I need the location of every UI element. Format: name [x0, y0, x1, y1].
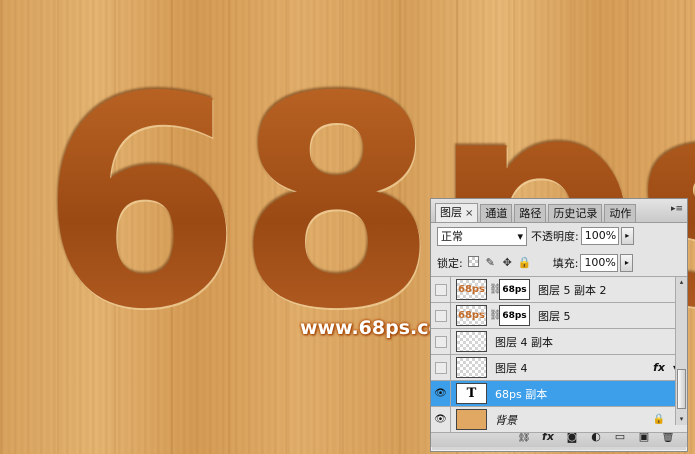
eye-icon[interactable]: 👁	[431, 381, 451, 406]
layer-row[interactable]: 68ps ⛓ 68ps 图层 5	[431, 303, 687, 329]
tab-actions[interactable]: 动作	[604, 204, 637, 222]
text-layer-thumbnail: T	[456, 383, 487, 404]
lock-icon: 🔒	[652, 414, 665, 425]
background-thumbnail	[456, 409, 487, 430]
visibility-toggle[interactable]	[431, 277, 451, 302]
layer-name: 图层 4 副本	[495, 335, 553, 349]
chain-link-icon[interactable]: ⛓	[489, 310, 502, 321]
fill-field[interactable]: 100%	[580, 253, 619, 272]
visibility-toggle[interactable]	[431, 303, 451, 328]
lock-all-icon[interactable]: 🔒	[518, 256, 532, 269]
scrollbar-thumb[interactable]	[677, 369, 686, 409]
eye-icon[interactable]: 👁	[431, 407, 451, 432]
visibility-toggle[interactable]	[431, 355, 451, 380]
layer-row[interactable]: 👁 背景 🔒	[431, 407, 687, 433]
layer-mask-thumbnail[interactable]: 68ps	[499, 279, 530, 300]
fx-icon[interactable]: fx	[653, 361, 665, 374]
chain-link-icon[interactable]: ⛓	[489, 284, 502, 295]
layer-name: 背景	[495, 413, 517, 427]
layer-name: 68ps 副本	[495, 387, 548, 401]
fill-arrow-button[interactable]: ▸	[620, 253, 634, 272]
layers-panel: 图层 × 通道 路径 历史记录 动作 ▸≡ 正常 ▾ 不透明度: 100% ▸ 锁…	[430, 198, 688, 452]
layer-name: 图层 5	[538, 309, 571, 323]
blend-row: 正常 ▾ 不透明度: 100% ▸	[431, 223, 687, 249]
layer-row[interactable]: 图层 4 fx ▾	[431, 355, 687, 381]
chevron-down-icon: ▾	[517, 229, 523, 243]
lock-pixels-icon[interactable]: ✎	[484, 256, 497, 269]
scroll-up-icon[interactable]: ▴	[677, 278, 686, 287]
layer-row[interactable]: 图层 4 副本	[431, 329, 687, 355]
layer-mask-thumbnail[interactable]: 68ps	[499, 305, 530, 326]
lock-position-icon[interactable]: ✥	[501, 256, 514, 269]
layer-name: 图层 4	[495, 361, 528, 375]
tab-layers[interactable]: 图层 ×	[435, 203, 479, 222]
opacity-arrow-button[interactable]: ▸	[620, 227, 634, 245]
panel-tabs: 图层 × 通道 路径 历史记录 动作 ▸≡	[431, 199, 687, 223]
layer-list: 68ps ⛓ 68ps 图层 5 副本 2 68ps ⛓ 68ps 图层 5 图…	[431, 277, 687, 433]
layer-name: 图层 5 副本 2	[538, 283, 607, 297]
visibility-toggle[interactable]	[431, 329, 451, 354]
layer-thumbnail: 68ps	[456, 279, 487, 300]
layer-thumbnail	[456, 357, 487, 378]
panel-menu-icon[interactable]: ▸≡	[671, 204, 683, 214]
scroll-down-icon[interactable]: ▾	[677, 415, 686, 424]
tab-history[interactable]: 历史记录	[548, 204, 603, 222]
lock-row: 锁定: ✎ ✥ 🔒 填充: 100% ▸	[431, 249, 687, 277]
lock-transparent-icon[interactable]	[467, 256, 480, 269]
close-icon[interactable]: ×	[465, 208, 473, 219]
tab-channels[interactable]: 通道	[480, 204, 513, 222]
fill-label: 填充:	[552, 256, 579, 270]
lock-label: 锁定:	[437, 256, 463, 270]
blend-mode-value: 正常	[441, 230, 463, 243]
layer-thumbnail	[456, 331, 487, 352]
layer-scrollbar[interactable]: ▴ ▾	[675, 277, 687, 425]
opacity-field[interactable]: 100%	[580, 227, 619, 245]
layer-thumbnail: 68ps	[456, 305, 487, 326]
layer-row[interactable]: 68ps ⛓ 68ps 图层 5 副本 2	[431, 277, 687, 303]
blend-mode-select[interactable]: 正常 ▾	[437, 226, 527, 246]
opacity-label: 不透明度:	[531, 230, 579, 243]
tab-paths[interactable]: 路径	[514, 204, 547, 222]
layer-row-selected[interactable]: 👁 T 68ps 副本	[431, 381, 687, 407]
